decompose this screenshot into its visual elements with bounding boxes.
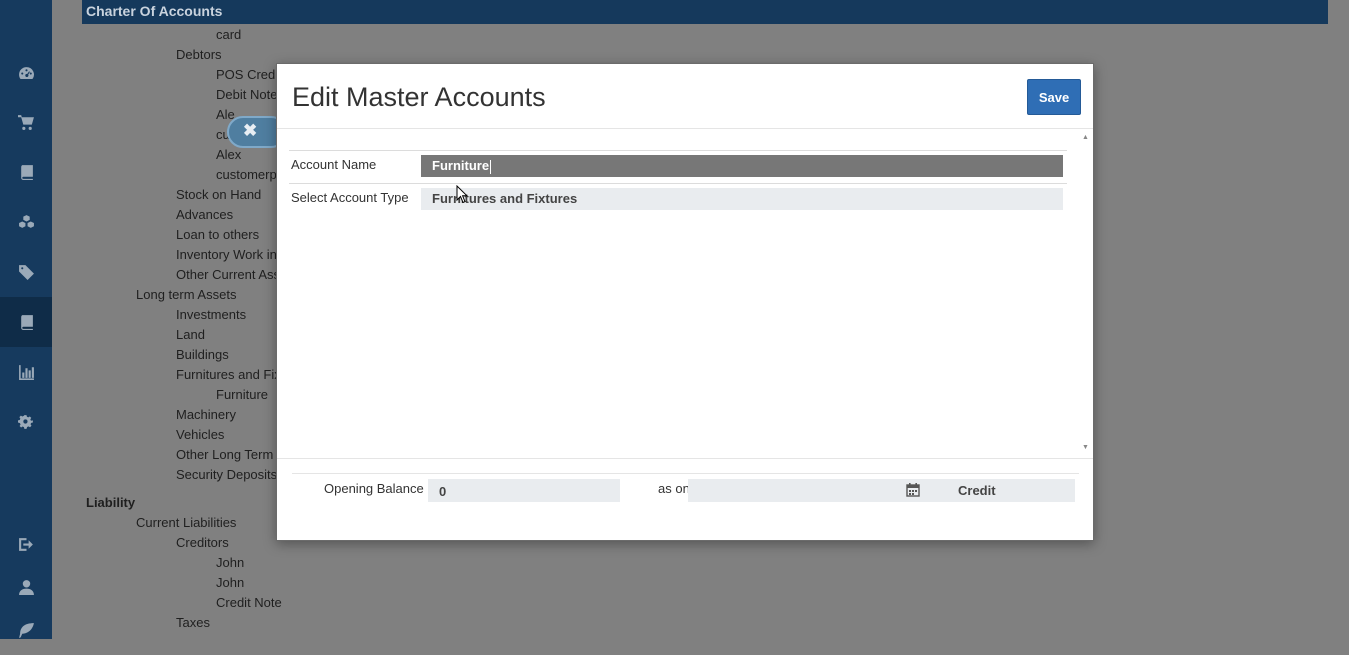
- balance-type-toggle[interactable]: Credit: [958, 483, 996, 498]
- account-name-value: Furniture: [432, 158, 490, 173]
- tree-item[interactable]: John: [216, 575, 244, 590]
- account-type-select[interactable]: Furnitures and Fixtures: [421, 188, 1063, 210]
- text-caret: [490, 159, 492, 174]
- scroll-down-icon[interactable]: ▼: [1082, 444, 1089, 451]
- leaf-icon[interactable]: [0, 605, 52, 655]
- book-icon[interactable]: [0, 147, 52, 197]
- tree-item[interactable]: Debit Note: [216, 87, 277, 102]
- tree-item[interactable]: Inventory Work in: [176, 247, 277, 262]
- account-type-label: Select Account Type: [291, 190, 409, 205]
- as-on-label: as on: [658, 481, 690, 496]
- tree-item[interactable]: Alex: [216, 147, 241, 162]
- modal-title: Edit Master Accounts: [292, 82, 546, 112]
- tree-item[interactable]: Loan to others: [176, 227, 259, 242]
- footer-divider: [292, 473, 1079, 474]
- dashboard-icon[interactable]: [0, 48, 52, 98]
- tree-item[interactable]: John: [216, 555, 244, 570]
- tree-item[interactable]: Stock on Hand: [176, 187, 261, 202]
- ledger-icon[interactable]: [0, 297, 52, 347]
- tree-item[interactable]: Furniture: [216, 387, 268, 402]
- save-button[interactable]: Save: [1027, 79, 1081, 115]
- close-icon: ✖: [243, 121, 258, 140]
- tree-item[interactable]: customerp: [216, 167, 277, 182]
- row-divider: [289, 150, 1067, 151]
- opening-balance-input[interactable]: 0: [428, 479, 620, 502]
- edit-master-accounts-modal: Edit Master Accounts Save ▲ Account Name…: [276, 63, 1094, 541]
- account-name-label: Account Name: [291, 157, 377, 172]
- tree-item[interactable]: Other Long Term A: [176, 447, 285, 462]
- mouse-cursor-icon: [456, 185, 468, 204]
- footer-divider: [277, 458, 1093, 459]
- cubes-icon[interactable]: [0, 197, 52, 247]
- tree-item[interactable]: POS Credit: [216, 67, 282, 82]
- tree-item[interactable]: card: [216, 27, 241, 42]
- scroll-up-icon[interactable]: ▲: [1082, 134, 1089, 141]
- bar-chart-icon[interactable]: [0, 347, 52, 397]
- tree-section-liability[interactable]: Liability: [86, 495, 135, 510]
- tree-item[interactable]: Other Current Ass: [176, 267, 280, 282]
- account-name-input[interactable]: Furniture: [421, 155, 1063, 177]
- tree-item[interactable]: Creditors: [176, 535, 229, 550]
- tree-item[interactable]: Long term Assets: [136, 287, 236, 302]
- tree-item[interactable]: Buildings: [176, 347, 229, 362]
- row-divider: [289, 183, 1067, 184]
- tags-icon[interactable]: [0, 247, 52, 297]
- page-title: Charter Of Accounts: [86, 3, 223, 19]
- tree-item[interactable]: Vehicles: [176, 427, 224, 442]
- calendar-icon[interactable]: [906, 483, 920, 497]
- page-title-bar: Charter Of Accounts: [82, 0, 1328, 24]
- tree-item[interactable]: Debtors: [176, 47, 222, 62]
- tree-item[interactable]: Land: [176, 327, 205, 342]
- cart-icon[interactable]: [0, 97, 52, 147]
- tree-item[interactable]: Credit Note: [216, 595, 282, 610]
- tree-item[interactable]: Machinery: [176, 407, 236, 422]
- cogs-icon[interactable]: [0, 397, 52, 447]
- tree-item[interactable]: Advances: [176, 207, 233, 222]
- tree-item[interactable]: Current Liabilities: [136, 515, 236, 530]
- as-on-date-input[interactable]: Credit: [688, 479, 1075, 502]
- sidebar: [0, 0, 52, 639]
- opening-balance-label: Opening Balance: [324, 481, 424, 496]
- tree-item[interactable]: Security Deposits: [176, 467, 277, 482]
- tree-item[interactable]: Furnitures and Fix: [176, 367, 281, 382]
- tree-item[interactable]: Taxes: [176, 615, 210, 630]
- tree-item[interactable]: Investments: [176, 307, 246, 322]
- header-divider: [277, 128, 1093, 129]
